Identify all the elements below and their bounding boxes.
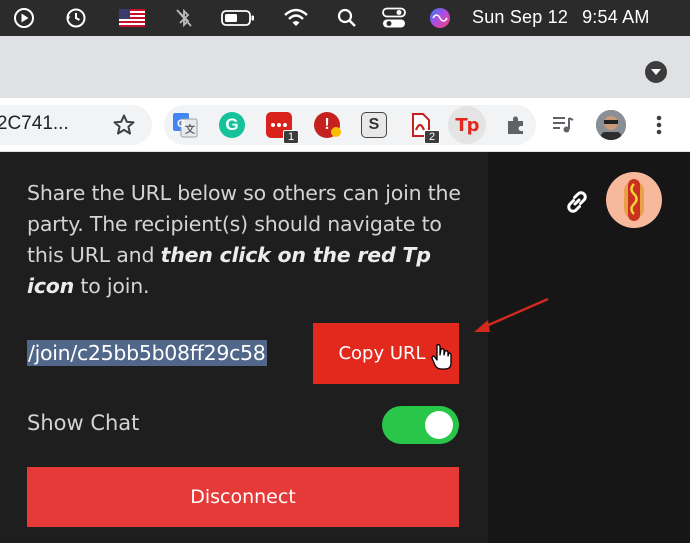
browser-tab-strip bbox=[0, 36, 690, 98]
extension-badge: 1 bbox=[283, 130, 299, 144]
extension-badge: 2 bbox=[424, 130, 440, 144]
grammarly-icon[interactable]: G bbox=[219, 112, 245, 138]
toggle-knob bbox=[425, 411, 453, 439]
teleparty-icon[interactable]: Tp bbox=[454, 112, 480, 138]
media-queue-icon[interactable] bbox=[550, 112, 576, 138]
share-instructions: Share the URL below so others can join t… bbox=[27, 178, 467, 302]
wifi-icon[interactable] bbox=[283, 6, 309, 30]
party-url-text[interactable]: /join/c25bb5b08ff29c58 bbox=[27, 340, 267, 366]
kebab-menu-icon[interactable] bbox=[646, 112, 672, 138]
link-icon[interactable] bbox=[562, 187, 592, 217]
puzzle-extensions-icon[interactable] bbox=[503, 112, 529, 138]
hotdog-avatar-icon[interactable] bbox=[606, 172, 662, 228]
chevron-down-icon bbox=[651, 69, 661, 75]
bluetooth-off-icon[interactable] bbox=[172, 6, 196, 30]
play-circle-icon[interactable] bbox=[12, 6, 36, 30]
svg-text:文: 文 bbox=[185, 123, 196, 136]
macos-menu-bar: Sun Sep 12 9:54 AM bbox=[0, 0, 690, 36]
menu-bar-clock[interactable]: Sun Sep 12 9:54 AM bbox=[472, 7, 650, 28]
disconnect-button[interactable]: Disconnect bbox=[27, 467, 459, 527]
profile-avatar-icon[interactable] bbox=[596, 110, 626, 140]
show-chat-label: Show Chat bbox=[27, 411, 140, 435]
time-machine-icon[interactable] bbox=[64, 6, 88, 30]
address-bar-url: %2C741... bbox=[0, 113, 69, 134]
s-extension-icon[interactable]: S bbox=[361, 112, 387, 138]
alert-dot bbox=[331, 127, 341, 137]
tab-search-button[interactable] bbox=[645, 61, 667, 83]
battery-icon[interactable] bbox=[220, 6, 256, 30]
menu-bar-time: 9:54 AM bbox=[582, 7, 650, 27]
hand-cursor-icon bbox=[430, 343, 454, 371]
control-center-icon[interactable] bbox=[381, 6, 407, 30]
annotation-arrow bbox=[470, 296, 552, 338]
spotlight-search-icon[interactable] bbox=[336, 6, 358, 30]
bookmark-star-icon[interactable] bbox=[112, 113, 136, 143]
menu-bar-date: Sun Sep 12 bbox=[472, 7, 569, 27]
browser-toolbar: %2C741... bbox=[0, 98, 690, 152]
us-flag-icon[interactable] bbox=[119, 6, 145, 30]
siri-icon[interactable] bbox=[428, 6, 452, 30]
share-text-end: to join. bbox=[74, 274, 150, 298]
google-translate-icon[interactable]: G文 bbox=[172, 112, 198, 138]
show-chat-toggle[interactable] bbox=[382, 406, 459, 444]
